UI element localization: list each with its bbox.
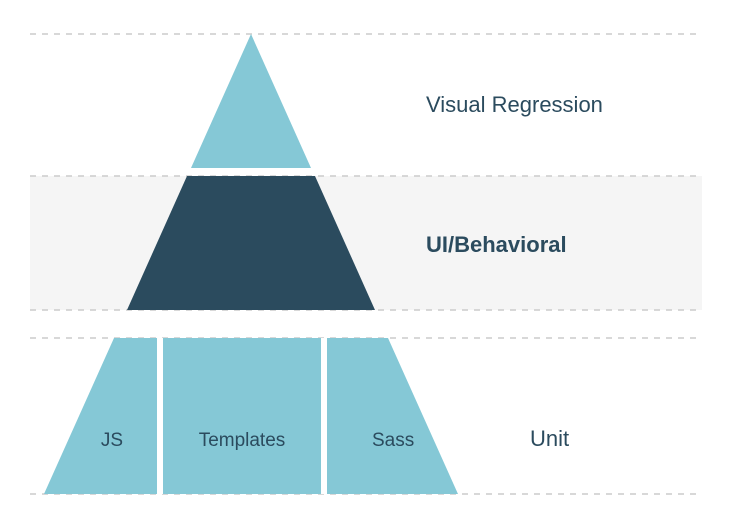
sub-label-sass: Sass <box>372 430 414 451</box>
tier-label-bottom: Unit <box>530 426 569 451</box>
sub-label-js: JS <box>101 430 123 451</box>
pyramid-tier-top <box>191 34 311 168</box>
tier-label-middle: UI/Behavioral <box>426 232 567 257</box>
testing-pyramid-diagram: JS Templates Sass Visual Regression UI/B… <box>0 0 731 531</box>
tier-highlight-bg <box>30 176 702 310</box>
sub-label-templates: Templates <box>199 430 286 451</box>
tier-label-top: Visual Regression <box>426 92 603 117</box>
pyramid-tier-bottom <box>44 338 458 494</box>
